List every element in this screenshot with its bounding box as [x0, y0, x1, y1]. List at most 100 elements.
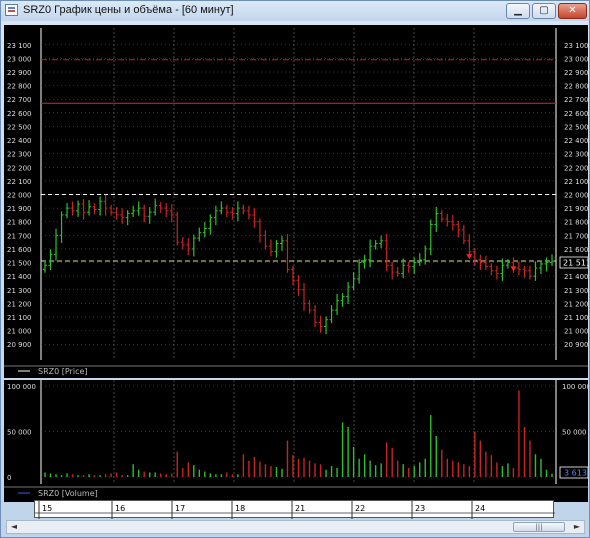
price-tick-right-label: 21 000 [564, 328, 588, 336]
volume-tick-right-label: 50 000 [562, 429, 587, 437]
price-ohlc-bar [70, 201, 75, 216]
price-ohlc-bar [98, 196, 103, 216]
price-ohlc-bar [125, 210, 130, 226]
date-axis-label: 23 [415, 504, 425, 513]
price-ohlc-bar [379, 235, 384, 249]
price-ohlc-bar [43, 261, 47, 273]
price-ohlc-bar [164, 203, 169, 217]
price-tick-right-label: 21 900 [564, 205, 588, 213]
maximize-button[interactable]: ▢ [532, 3, 556, 19]
price-tick-right-label: 21 300 [564, 287, 588, 295]
price-ohlc-bar [175, 211, 180, 246]
scroll-thumb[interactable]: ||| [513, 522, 565, 532]
price-tick-left-label: 21 100 [7, 314, 32, 322]
price-ohlc-bar [208, 214, 213, 235]
volume-tick-left-label: 0 [7, 474, 11, 482]
price-ohlc-bar [335, 293, 340, 315]
price-ohlc-bar [357, 259, 362, 284]
price-ohlc-bar [224, 204, 229, 217]
price-ohlc-bar [191, 234, 196, 257]
price-ohlc-bar [445, 213, 450, 227]
volume-ticks: 100 000 50 000 0 100 000 50 000 [7, 383, 590, 482]
price-ohlc-bar [252, 208, 257, 228]
price-ohlc-bar [302, 283, 307, 311]
price-ohlc-bar [153, 198, 158, 216]
price-tick-left-label: 21 400 [7, 273, 32, 281]
price-ohlc-bar [59, 211, 64, 243]
price-ohlc-bar [131, 205, 136, 217]
price-ohlc-bar [478, 254, 483, 271]
price-ohlc-bar [318, 315, 323, 333]
price-legend-label: SRZ0 [Price] [38, 367, 88, 376]
price-ohlc-bar [417, 253, 422, 266]
price-tick-left-label: 22 900 [7, 69, 32, 77]
price-tick-right-label: 22 600 [564, 110, 588, 118]
price-tick-right-label: 22 200 [564, 164, 588, 172]
price-ohlc-bar [136, 201, 141, 216]
price-ohlc-bar [324, 316, 329, 334]
price-tick-left-label: 22 500 [7, 123, 32, 131]
price-ohlc-bar [428, 219, 433, 256]
price-ohlc-bar [268, 239, 273, 257]
price-ohlc-bar [434, 206, 439, 232]
price-tick-left-label: 22 200 [7, 164, 32, 172]
price-ohlc-bar [92, 203, 97, 215]
price-tick-right-label: 21 400 [564, 273, 588, 281]
price-ohlc-bar [147, 207, 152, 224]
chart-app-icon [5, 4, 18, 16]
price-tick-left-label: 20 900 [7, 341, 32, 349]
date-axis-svg: 15 16 17 18 21 22 23 24 [35, 501, 555, 519]
price-ohlc-bar [489, 263, 494, 276]
price-ohlc-bar [120, 208, 125, 224]
date-axis-label: 15 [42, 504, 52, 513]
price-ohlc-bar [395, 267, 400, 277]
scroll-left-arrow-icon[interactable]: ◄ [7, 521, 21, 533]
price-chart[interactable]: 23 100 23 000 22 900 22 800 22 700 22 600 22 5… [4, 25, 590, 378]
price-ohlc-bar [290, 265, 295, 285]
horizontal-scrollbar[interactable]: ◄ ||| ► [6, 520, 585, 534]
volume-legend-label: SRZ0 [Volume] [38, 489, 98, 498]
price-ohlc-bar [213, 205, 218, 226]
date-axis-label: 17 [175, 504, 185, 513]
price-tick-right-label: 21 600 [564, 246, 588, 254]
price-ohlc-bar [384, 234, 389, 272]
price-ohlc-bar [550, 254, 554, 266]
price-tick-left-label: 23 100 [7, 42, 32, 50]
price-tick-right-label: 22 700 [564, 96, 588, 104]
price-ohlc-bar [296, 275, 301, 296]
price-tick-right-label: 23 000 [564, 55, 588, 63]
scroll-right-arrow-icon[interactable]: ► [570, 521, 584, 533]
price-tick-right-label: 22 900 [564, 69, 588, 77]
price-ohlc-bar [285, 234, 290, 273]
price-ohlc-bar [169, 204, 174, 223]
price-ohlc-bar [257, 218, 262, 243]
price-tick-right-label: 21 200 [564, 300, 588, 308]
price-ohlc-bar [340, 293, 345, 307]
price-tick-left-label: 21 300 [7, 287, 32, 295]
date-axis: 15 16 17 18 21 22 23 24 [34, 500, 555, 519]
date-axis-label: 24 [475, 504, 485, 513]
price-tick-left-label: 21 500 [7, 260, 32, 268]
volume-tick-left-label: 100 000 [7, 383, 36, 391]
price-ohlc-bar [346, 282, 351, 305]
volume-panel[interactable]: 100 000 50 000 0 100 000 50 000 3 613 SRZ0 [… [4, 380, 590, 502]
price-tick-right-label: 22 000 [564, 192, 588, 200]
price-tick-left-label: 22 600 [7, 110, 32, 118]
price-ohlc-bar [235, 201, 240, 222]
minimize-button[interactable]: ▁ [506, 3, 530, 19]
price-ohlc-bar [180, 237, 185, 250]
volume-tick-left-label: 50 000 [7, 429, 32, 437]
price-tick-left-label: 21 000 [7, 328, 32, 336]
price-ohlc-bar [516, 261, 521, 276]
price-panel[interactable]: 23 100 23 000 22 900 22 800 22 700 22 600 22 5… [4, 25, 590, 378]
price-ohlc-bar [483, 255, 488, 271]
volume-chart[interactable]: 100 000 50 000 0 100 000 50 000 3 613 SRZ0 [… [4, 380, 590, 502]
price-tick-left-label: 21 200 [7, 300, 32, 308]
title-bar[interactable]: SRZ0 График цены и объёма - [60 минут] ▁… [1, 1, 589, 21]
price-ohlc-bar [241, 204, 246, 215]
close-button[interactable]: ✕ [558, 3, 587, 19]
price-tick-right-label: 21 800 [564, 219, 588, 227]
price-ohlc-bar [313, 305, 318, 328]
price-ohlc-bar [373, 240, 378, 250]
price-ohlc-bar [87, 200, 92, 216]
